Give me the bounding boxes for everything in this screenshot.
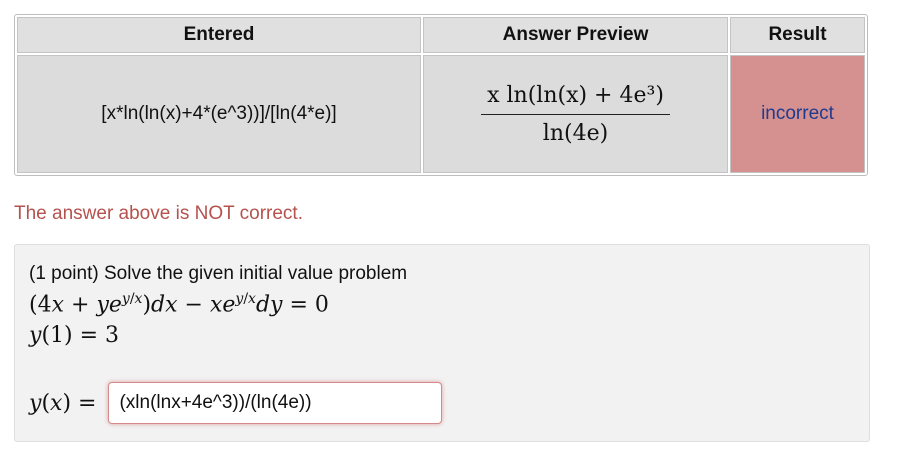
problem-box: (1 point) Solve the given initial value … <box>14 244 870 442</box>
results-table: Entered Answer Preview Result [x*ln(ln(x… <box>15 15 867 175</box>
answer-row: y(x) = <box>29 382 443 424</box>
answer-label: y(x) = <box>29 390 97 416</box>
answer-preview: x ln(ln(x) + 4e³) ln(4e) <box>423 55 728 173</box>
answer-input[interactable] <box>108 382 443 424</box>
attempt-results-table: Entered Answer Preview Result [x*ln(ln(x… <box>14 14 868 176</box>
header-entered: Entered <box>17 17 421 53</box>
answer-preview-fraction: x ln(ln(x) + 4e³) ln(4e) <box>481 83 670 146</box>
differential-equation: (4x + yey/x)dx − xey/xdy = 0 <box>29 291 329 318</box>
preview-denominator: ln(4e) <box>481 113 670 146</box>
result-status: incorrect <box>730 55 865 173</box>
status-message: The answer above is NOT correct. <box>14 203 303 224</box>
entered-answer: [x*ln(ln(x)+4*(e^3))]/[ln(4*e)] <box>17 55 421 173</box>
preview-numerator: x ln(ln(x) + 4e³) <box>487 82 664 108</box>
results-row: [x*ln(ln(x)+4*(e^3))]/[ln(4*e)] x ln(ln(… <box>17 55 865 173</box>
results-header-row: Entered Answer Preview Result <box>17 17 865 53</box>
header-result: Result <box>730 17 865 53</box>
header-answer-preview: Answer Preview <box>423 17 728 53</box>
initial-condition: y(1) = 3 <box>29 323 120 348</box>
problem-statement: (1 point) Solve the given initial value … <box>29 263 408 284</box>
